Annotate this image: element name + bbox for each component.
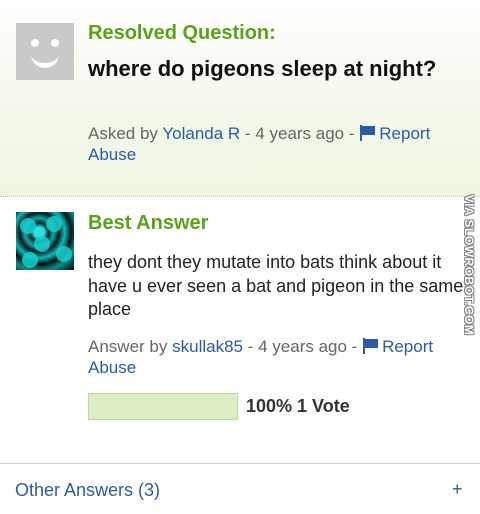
flag-icon [359,125,376,141]
question-meta: Asked by Yolanda R - 4 years ago - Repor… [88,123,468,165]
answer-time: - 4 years ago - [247,337,358,356]
question-time: - 4 years ago - [244,124,355,143]
answer-by-label: Answer by [88,337,168,356]
section-divider [0,196,480,197]
resolved-question-label: Resolved Question: [88,22,276,44]
other-answers-link[interactable]: Other Answers (3) [15,480,160,501]
vote-bar [88,393,238,420]
answerer-link[interactable]: skullak85 [172,337,243,356]
answer-text: they dont they mutate into bats think ab… [88,252,464,319]
asker-avatar[interactable] [16,23,74,80]
answerer-avatar[interactable] [16,212,74,270]
watermark-text: VIA SLOWROBOT.COM [462,194,476,336]
answer-meta: Answer by skullak85 - 4 years ago - Repo… [88,336,468,378]
best-answer-label: Best Answer [88,212,209,234]
asked-by-label: Asked by [88,124,158,143]
avatar-smile [31,46,59,68]
asker-link[interactable]: Yolanda R [162,124,240,143]
flag-icon [362,338,379,354]
vote-count: 100% 1 Vote [246,396,350,416]
watermark: VIA SLOWROBOT.COM [458,194,480,336]
question-title: where do pigeons sleep at night? [88,56,437,81]
expand-plus-icon[interactable]: + [452,479,463,500]
other-answers-divider [0,463,480,464]
question-panel: Resolved Question: where do pigeons slee… [0,0,480,196]
